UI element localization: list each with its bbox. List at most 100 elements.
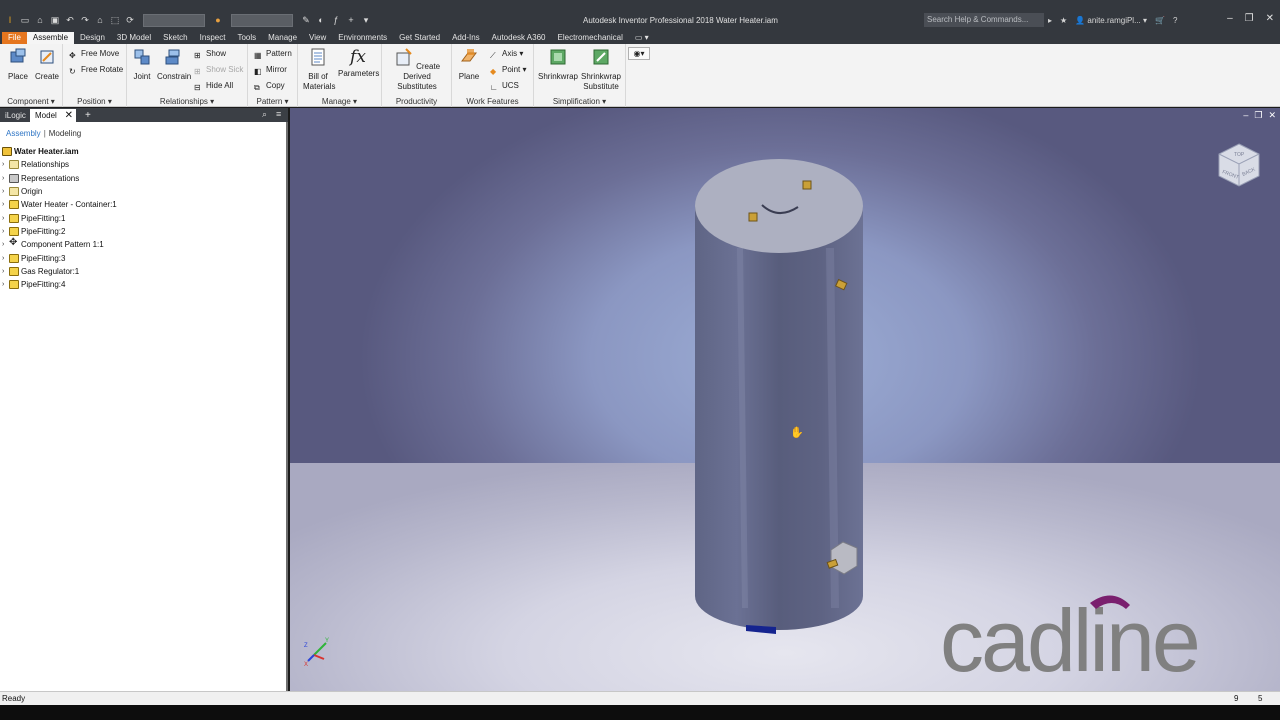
ribbon-display-toggle-icon[interactable]: ▭ ▾: [629, 32, 655, 44]
tab-design[interactable]: Design: [74, 32, 111, 44]
subtab-modeling[interactable]: Modeling: [49, 129, 81, 138]
group-label-manage[interactable]: Manage ▾: [298, 97, 381, 106]
menu-icon[interactable]: ≡: [276, 109, 281, 119]
pipe-fitting[interactable]: [802, 180, 812, 190]
star-icon[interactable]: ★: [1060, 16, 1067, 25]
constrain-button[interactable]: Constrain: [157, 47, 191, 82]
tab-get-started[interactable]: Get Started: [393, 32, 446, 44]
group-label-relationships[interactable]: Relationships ▾: [127, 97, 247, 106]
group-label-position[interactable]: Position ▾: [63, 97, 126, 106]
expand-icon[interactable]: ›: [2, 255, 8, 262]
mirror-button[interactable]: ◧ Mirror: [254, 64, 287, 76]
create-button[interactable]: Create: [32, 47, 62, 82]
create-derived-substitutes-button[interactable]: Create Derived Substitutes: [386, 47, 448, 92]
restore-icon[interactable]: ❐: [1245, 13, 1254, 24]
ribbon-options-dropdown-icon[interactable]: ◉▾: [628, 47, 650, 60]
material-dropdown[interactable]: [143, 13, 205, 27]
tree-item[interactable]: › Origin: [2, 185, 286, 198]
clear-override-icon[interactable]: ✎: [300, 15, 312, 26]
tab-inspect[interactable]: Inspect: [194, 32, 232, 44]
tab-manage[interactable]: Manage: [262, 32, 303, 44]
tree-item[interactable]: › PipeFitting:2: [2, 225, 286, 238]
tree-item[interactable]: › PipeFitting:4: [2, 278, 286, 291]
tree-root[interactable]: Water Heater.iam: [2, 145, 286, 158]
adjust-icon[interactable]: ◐: [315, 15, 327, 26]
group-label-simplification[interactable]: Simplification ▾: [534, 97, 625, 106]
free-rotate-button[interactable]: ↻ Free Rotate: [69, 64, 123, 76]
tab-add-ins[interactable]: Add-Ins: [446, 32, 486, 44]
undo-icon[interactable]: ↶: [64, 15, 76, 26]
subtab-assembly[interactable]: Assembly: [6, 129, 41, 138]
appearance-icon[interactable]: ●: [212, 15, 224, 26]
copy-button[interactable]: ⧉ Copy: [254, 80, 285, 92]
minimize-icon[interactable]: –: [1227, 13, 1233, 24]
save-icon[interactable]: ▣: [49, 15, 61, 26]
expand-icon[interactable]: ›: [2, 281, 8, 288]
close-tab-icon[interactable]: ✕: [65, 109, 73, 122]
group-label-component[interactable]: Component ▾: [0, 97, 62, 106]
open-icon[interactable]: ⌂: [34, 15, 46, 26]
tab-ilogic[interactable]: iLogic: [0, 109, 31, 122]
tab-view[interactable]: View: [303, 32, 332, 44]
graphics-viewport[interactable]: – ❐ ✕ FRONT BACK TOP Y Z X cadline ✋: [290, 108, 1280, 691]
add-panel-tab-icon[interactable]: +: [80, 109, 96, 122]
inventor-logo-icon[interactable]: I: [4, 15, 16, 26]
group-label-pattern[interactable]: Pattern ▾: [248, 97, 297, 106]
tab-model[interactable]: Model ✕: [30, 109, 76, 122]
tree-item[interactable]: › Gas Regulator:1: [2, 265, 286, 278]
new-icon[interactable]: ▭: [19, 15, 31, 26]
free-move-button[interactable]: ✥ Free Move: [69, 48, 119, 60]
tree-item[interactable]: › PipeFitting:3: [2, 251, 286, 264]
joint-button[interactable]: Joint: [127, 47, 157, 82]
qat-menu-icon[interactable]: ▾: [360, 15, 372, 26]
viewport-close-icon[interactable]: ✕: [1268, 110, 1276, 121]
close-icon[interactable]: ✕: [1266, 13, 1274, 24]
search-arrow-icon[interactable]: ▸: [1048, 16, 1052, 25]
tab-sketch[interactable]: Sketch: [157, 32, 193, 44]
plane-button[interactable]: Plane: [454, 47, 484, 82]
tree-item[interactable]: › PipeFitting:1: [2, 211, 286, 224]
place-button[interactable]: Place: [3, 47, 33, 82]
hide-all-button[interactable]: ⊟ Hide All: [194, 80, 233, 92]
home-icon[interactable]: ⌂: [94, 15, 106, 26]
tab-autodesk-a360[interactable]: Autodesk A360: [486, 32, 552, 44]
pipe-fitting[interactable]: [748, 212, 758, 222]
parameters-button[interactable]: fx Parameters: [338, 47, 379, 79]
expand-icon[interactable]: ›: [2, 241, 8, 248]
tree-item[interactable]: › Water Heater - Container:1: [2, 198, 286, 211]
update-icon[interactable]: ⟳: [124, 15, 136, 26]
expand-icon[interactable]: ›: [2, 161, 8, 168]
bill-of-materials-button[interactable]: Bill of Materials: [303, 47, 335, 92]
plus-icon[interactable]: +: [345, 15, 357, 26]
help-search-input[interactable]: Search Help & Commands...: [924, 13, 1044, 27]
show-button[interactable]: ⊞ Show: [194, 48, 226, 60]
expand-icon[interactable]: ›: [2, 228, 8, 235]
viewport-restore-icon[interactable]: ❐: [1254, 110, 1262, 121]
show-sick-button[interactable]: ⊞ Show Sick: [194, 64, 243, 76]
tree-item[interactable]: › Component Pattern 1:1: [2, 237, 286, 251]
tab-3d-model[interactable]: 3D Model: [111, 32, 157, 44]
viewcube-top[interactable]: TOP: [1234, 152, 1245, 158]
point-button[interactable]: ◆ Point ▾: [490, 64, 526, 76]
help-icon[interactable]: ?: [1173, 16, 1177, 25]
axis-button[interactable]: ⟋ Axis ▾: [490, 48, 523, 60]
pattern-button[interactable]: ▦ Pattern: [254, 48, 292, 60]
expand-icon[interactable]: ›: [2, 215, 8, 222]
redo-icon[interactable]: ↷: [79, 15, 91, 26]
viewport-minimize-icon[interactable]: –: [1243, 110, 1248, 121]
expand-icon[interactable]: ›: [2, 175, 8, 182]
ucs-button[interactable]: ∟ UCS: [490, 80, 519, 92]
user-account[interactable]: 👤 anite.ramgiPl... ▾: [1075, 16, 1147, 25]
viewcube[interactable]: FRONT BACK TOP: [1214, 140, 1264, 190]
tree-item[interactable]: › Representations: [2, 172, 286, 185]
shrinkwrap-button[interactable]: Shrinkwrap: [537, 47, 579, 82]
appearance-dropdown[interactable]: [231, 13, 293, 27]
tab-assemble[interactable]: Assemble: [26, 32, 75, 44]
expand-icon[interactable]: ›: [2, 268, 8, 275]
search-icon[interactable]: ⌕: [262, 109, 267, 120]
formula-icon[interactable]: ƒ: [330, 15, 342, 26]
tree-item[interactable]: › Relationships: [2, 158, 286, 171]
tab-electromechanical[interactable]: Electromechanical: [552, 32, 629, 44]
expand-icon[interactable]: ›: [2, 188, 8, 195]
tab-file[interactable]: File: [2, 32, 27, 44]
